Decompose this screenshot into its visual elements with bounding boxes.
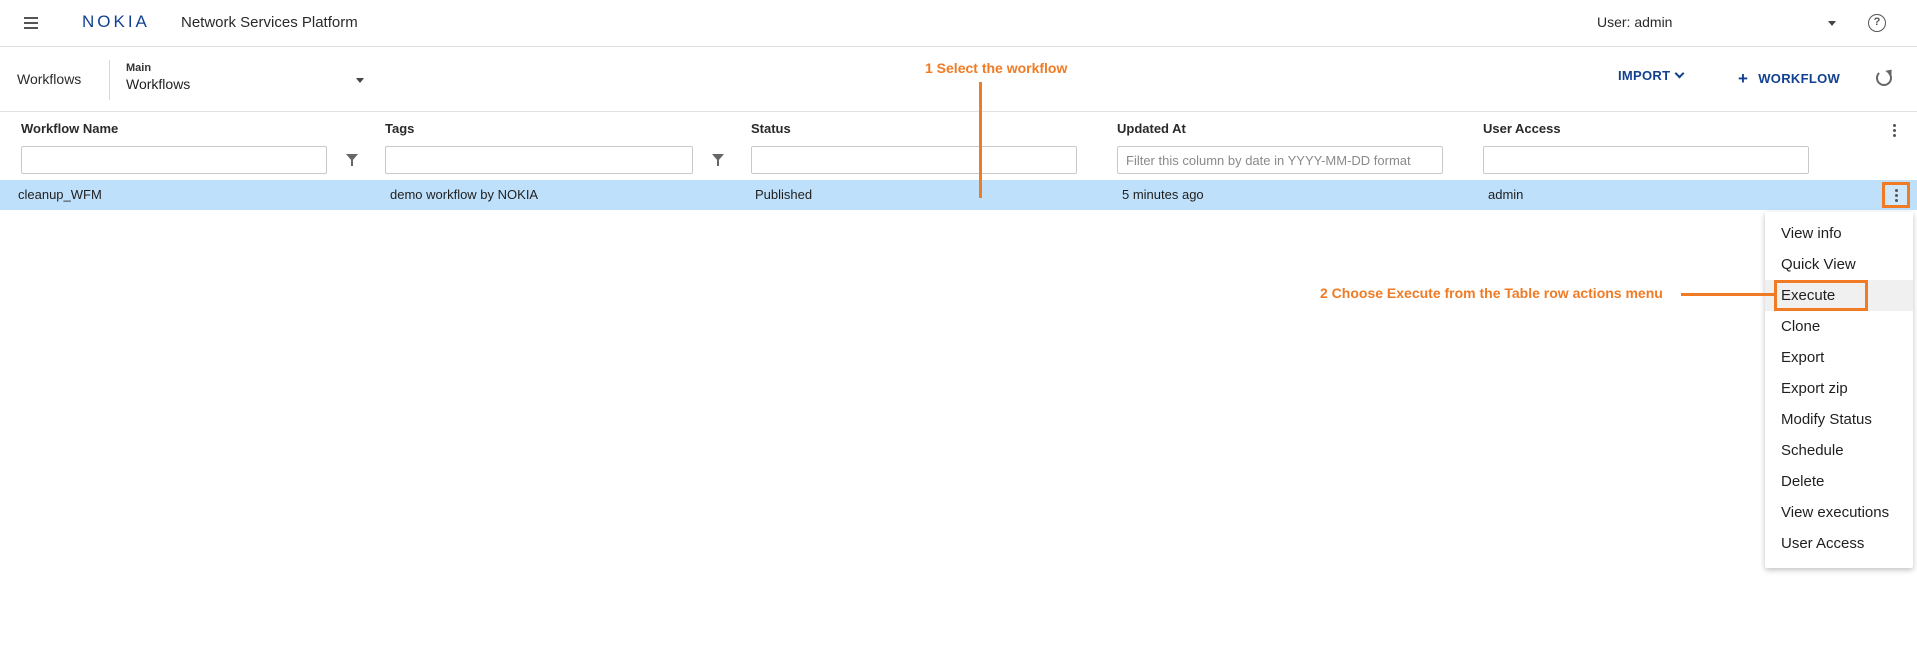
annotation-step-1: 1 Select the workflow xyxy=(925,60,1068,76)
filter-workflow-name-input[interactable] xyxy=(21,146,327,174)
nokia-logo: NOKIA xyxy=(82,12,150,31)
refresh-icon[interactable] xyxy=(1876,70,1892,86)
chevron-down-icon xyxy=(1674,68,1685,79)
filter-updated-at-input[interactable] xyxy=(1117,146,1443,174)
menu-item-clone[interactable]: Clone xyxy=(1765,311,1913,342)
menu-item-delete[interactable]: Delete xyxy=(1765,466,1913,497)
chevron-down-icon[interactable] xyxy=(1828,21,1836,26)
menu-item-export-zip[interactable]: Export zip xyxy=(1765,373,1913,404)
filter-status-input[interactable] xyxy=(751,146,1077,174)
import-label: IMPORT xyxy=(1618,68,1671,83)
app-bar: NOKIA Network Services Platform User: ad… xyxy=(0,0,1917,47)
menu-item-user-access[interactable]: User Access xyxy=(1765,528,1913,559)
menu-item-export[interactable]: Export xyxy=(1765,342,1913,373)
divider xyxy=(109,60,110,100)
row-actions-menu: View info Quick View Execute Clone Expor… xyxy=(1765,212,1913,568)
column-options-icon[interactable] xyxy=(1893,124,1897,138)
annotation-pointer-line xyxy=(979,82,982,198)
table-row[interactable]: cleanup_WFM demo workflow by NOKIA Publi… xyxy=(0,180,1917,210)
annotation-pointer-line xyxy=(1681,293,1774,296)
breadcrumb[interactable]: Workflows xyxy=(17,71,81,87)
plus-icon: + xyxy=(1738,69,1749,88)
menu-item-modify-status[interactable]: Modify Status xyxy=(1765,404,1913,435)
filter-tags-input[interactable] xyxy=(385,146,693,174)
chevron-down-icon[interactable] xyxy=(356,78,364,83)
annotation-step-2: 2 Choose Execute from the Table row acti… xyxy=(1320,285,1663,301)
platform-title: Network Services Platform xyxy=(181,14,358,31)
cell-user-access: admin xyxy=(1488,187,1524,202)
page-toolbar: Workflows Main Workflows IMPORT + WORKFLO… xyxy=(0,48,1917,112)
cell-tags: demo workflow by NOKIA xyxy=(390,187,539,202)
selector-value: Workflows xyxy=(126,76,191,92)
filter-icon[interactable] xyxy=(712,154,724,166)
workflow-label: WORKFLOW xyxy=(1758,71,1841,86)
view-selector[interactable]: Main Workflows xyxy=(126,62,366,98)
column-header-updated-at[interactable]: Updated At xyxy=(1117,121,1186,136)
selector-label: Main xyxy=(126,62,152,74)
menu-item-quick-view[interactable]: Quick View xyxy=(1765,249,1913,280)
cell-updated-at: 5 minutes ago xyxy=(1122,187,1204,202)
column-header-user-access[interactable]: User Access xyxy=(1483,121,1561,136)
hamburger-menu-icon[interactable] xyxy=(24,17,38,29)
annotation-highlight-box xyxy=(1774,280,1868,311)
filter-icon[interactable] xyxy=(346,154,358,166)
import-button[interactable]: IMPORT xyxy=(1618,68,1685,88)
row-actions-kebab-icon[interactable] xyxy=(1882,182,1910,208)
menu-item-schedule[interactable]: Schedule xyxy=(1765,435,1913,466)
column-header-status[interactable]: Status xyxy=(751,121,791,136)
column-header-workflow-name[interactable]: Workflow Name xyxy=(21,121,118,136)
menu-item-view-executions[interactable]: View executions xyxy=(1765,497,1913,528)
table-header: Workflow Name Tags Status Updated At Use… xyxy=(0,113,1917,179)
cell-status: Published xyxy=(755,187,813,202)
user-menu[interactable]: User: admin xyxy=(1597,14,1672,30)
column-header-tags[interactable]: Tags xyxy=(385,121,414,136)
add-workflow-button[interactable]: + WORKFLOW xyxy=(1738,68,1840,88)
menu-item-view-info[interactable]: View info xyxy=(1765,218,1913,249)
filter-user-access-input[interactable] xyxy=(1483,146,1809,174)
help-icon[interactable]: ? xyxy=(1868,14,1886,32)
cell-workflow-name: cleanup_WFM xyxy=(18,187,102,202)
